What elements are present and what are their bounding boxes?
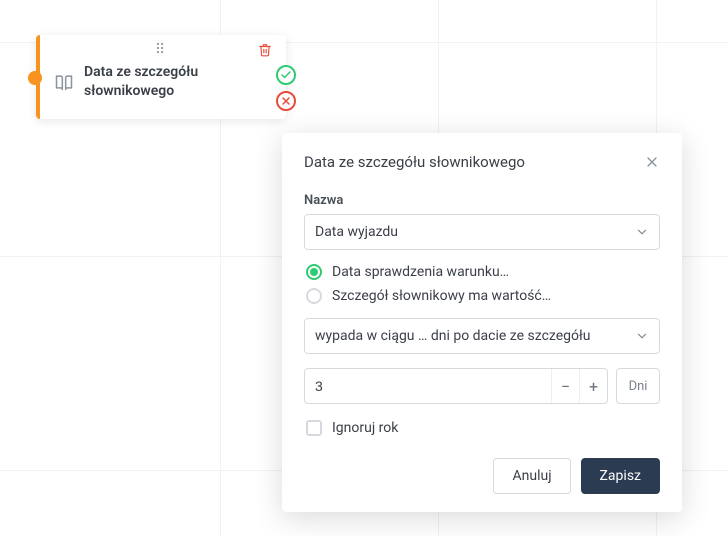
unit-label: Dni: [616, 368, 660, 404]
config-panel: Data ze szczegółu słownikowego Nazwa Dat…: [282, 133, 682, 512]
chevron-down-icon: [635, 329, 649, 343]
decrement-button[interactable]: −: [551, 369, 579, 403]
radio-indicator: [306, 264, 322, 280]
name-select-value: Data wyjazdu: [315, 224, 398, 240]
name-field-label: Nazwa: [304, 193, 660, 208]
minus-icon: −: [561, 377, 570, 396]
trash-icon: [258, 43, 272, 57]
ignore-year-checkbox[interactable]: Ignoruj rok: [306, 420, 660, 436]
chevron-down-icon: [635, 225, 649, 239]
delete-node-button[interactable]: [258, 43, 272, 61]
timing-select[interactable]: wypada w ciągu … dni po dacie ze szczegó…: [304, 318, 660, 354]
close-icon: [644, 154, 660, 170]
close-panel-button[interactable]: [644, 154, 660, 170]
condition-radio-group: Data sprawdzenia warunku… Szczegół słown…: [306, 264, 660, 304]
plus-icon: +: [589, 377, 598, 396]
timing-select-value: wypada w ciągu … dni po dacie ze szczegó…: [315, 328, 591, 344]
increment-button[interactable]: +: [579, 369, 607, 403]
check-icon: [280, 69, 292, 81]
days-number-field: − +: [304, 368, 608, 404]
name-select[interactable]: Data wyjazdu: [304, 214, 660, 250]
node-input-port[interactable]: [28, 71, 42, 85]
save-button[interactable]: Zapisz: [581, 458, 660, 494]
node-title: Data ze szczegółu słownikowego: [84, 63, 254, 101]
workflow-node[interactable]: ⠿ Data ze szczegółu słownikowego: [36, 35, 286, 119]
x-icon: [280, 95, 292, 107]
outcome-success-port[interactable]: [276, 65, 296, 85]
checkbox-indicator: [306, 420, 322, 436]
radio-option-detail-value[interactable]: Szczegół słownikowy ma wartość…: [306, 288, 660, 304]
cancel-button[interactable]: Anuluj: [493, 458, 570, 494]
radio-option-date-check[interactable]: Data sprawdzenia warunku…: [306, 264, 660, 280]
radio-indicator: [306, 288, 322, 304]
days-input[interactable]: [305, 369, 551, 403]
panel-title: Data ze szczegółu słownikowego: [304, 153, 525, 171]
dictionary-icon: [54, 72, 74, 92]
canvas: ⠿ Data ze szczegółu słownikowego: [0, 0, 728, 536]
radio-label: Szczegół słownikowy ma wartość…: [332, 288, 551, 304]
checkbox-label: Ignoruj rok: [332, 420, 398, 436]
outcome-fail-port[interactable]: [276, 91, 296, 111]
radio-label: Data sprawdzenia warunku…: [332, 264, 509, 280]
drag-handle-icon[interactable]: ⠿: [155, 43, 167, 57]
